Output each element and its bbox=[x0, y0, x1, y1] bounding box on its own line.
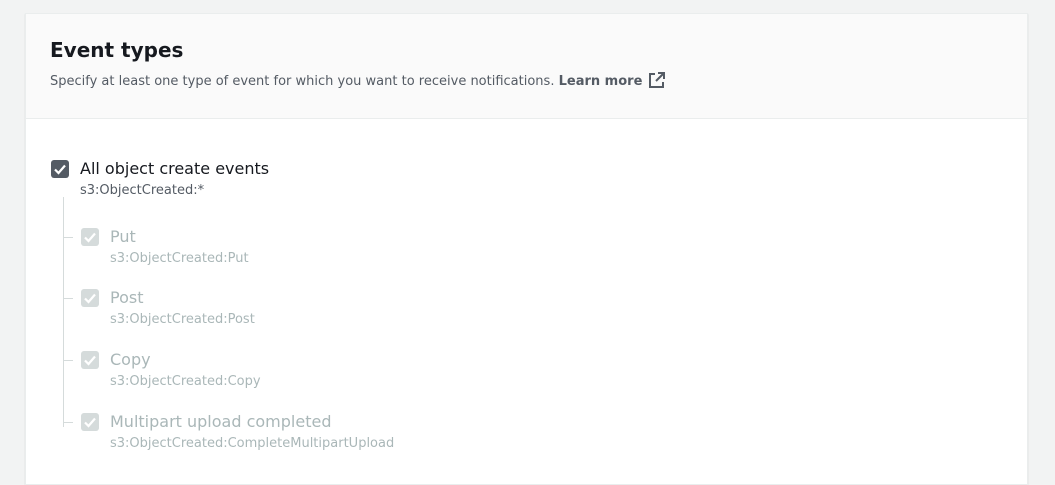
multipart-checkbox[interactable] bbox=[81, 413, 99, 431]
checkmark-icon bbox=[84, 417, 96, 428]
event-label: Put bbox=[110, 227, 136, 246]
event-types-panel: Event types Specify at least one type of… bbox=[25, 13, 1028, 485]
event-label: Copy bbox=[110, 350, 151, 369]
checkmark-icon bbox=[54, 164, 66, 175]
event-option-put[interactable]: Put s3:ObjectCreated:Put bbox=[80, 227, 480, 267]
panel-description: Specify at least one type of event for w… bbox=[50, 71, 666, 94]
learn-more-label: Learn more bbox=[558, 74, 643, 89]
event-option-all-create[interactable]: All object create events s3:ObjectCreate… bbox=[50, 159, 350, 199]
checkmark-icon bbox=[84, 355, 96, 366]
copy-checkbox[interactable] bbox=[81, 351, 99, 369]
learn-more-link[interactable]: Learn more bbox=[558, 72, 667, 89]
panel-header: Event types Specify at least one type of… bbox=[26, 14, 1027, 119]
event-label: Post bbox=[110, 288, 144, 307]
event-option-multipart[interactable]: Multipart upload completed s3:ObjectCrea… bbox=[80, 412, 580, 452]
all-create-checkbox[interactable] bbox=[51, 160, 69, 178]
checkmark-icon bbox=[84, 293, 96, 304]
event-label: All object create events bbox=[80, 159, 270, 178]
event-code: s3:ObjectCreated:Post bbox=[110, 312, 255, 327]
tree-branch bbox=[63, 422, 73, 423]
tree-branch bbox=[63, 360, 73, 361]
event-code: s3:ObjectCreated:* bbox=[80, 183, 205, 198]
description-text: Specify at least one type of event for w… bbox=[50, 74, 555, 89]
post-checkbox[interactable] bbox=[81, 289, 99, 307]
event-option-post[interactable]: Post s3:ObjectCreated:Post bbox=[80, 288, 480, 328]
event-option-copy[interactable]: Copy s3:ObjectCreated:Copy bbox=[80, 350, 480, 390]
tree-branch bbox=[63, 298, 73, 299]
event-label: Multipart upload completed bbox=[110, 412, 332, 431]
event-code: s3:ObjectCreated:CompleteMultipartUpload bbox=[110, 436, 395, 451]
put-checkbox[interactable] bbox=[81, 228, 99, 246]
tree-branch bbox=[63, 237, 73, 238]
event-code: s3:ObjectCreated:Put bbox=[110, 251, 249, 266]
tree-vertical-line bbox=[63, 197, 64, 427]
event-code: s3:ObjectCreated:Copy bbox=[110, 374, 261, 389]
checkmark-icon bbox=[84, 232, 96, 243]
panel-title: Event types bbox=[50, 38, 184, 62]
external-link-icon bbox=[648, 71, 666, 94]
